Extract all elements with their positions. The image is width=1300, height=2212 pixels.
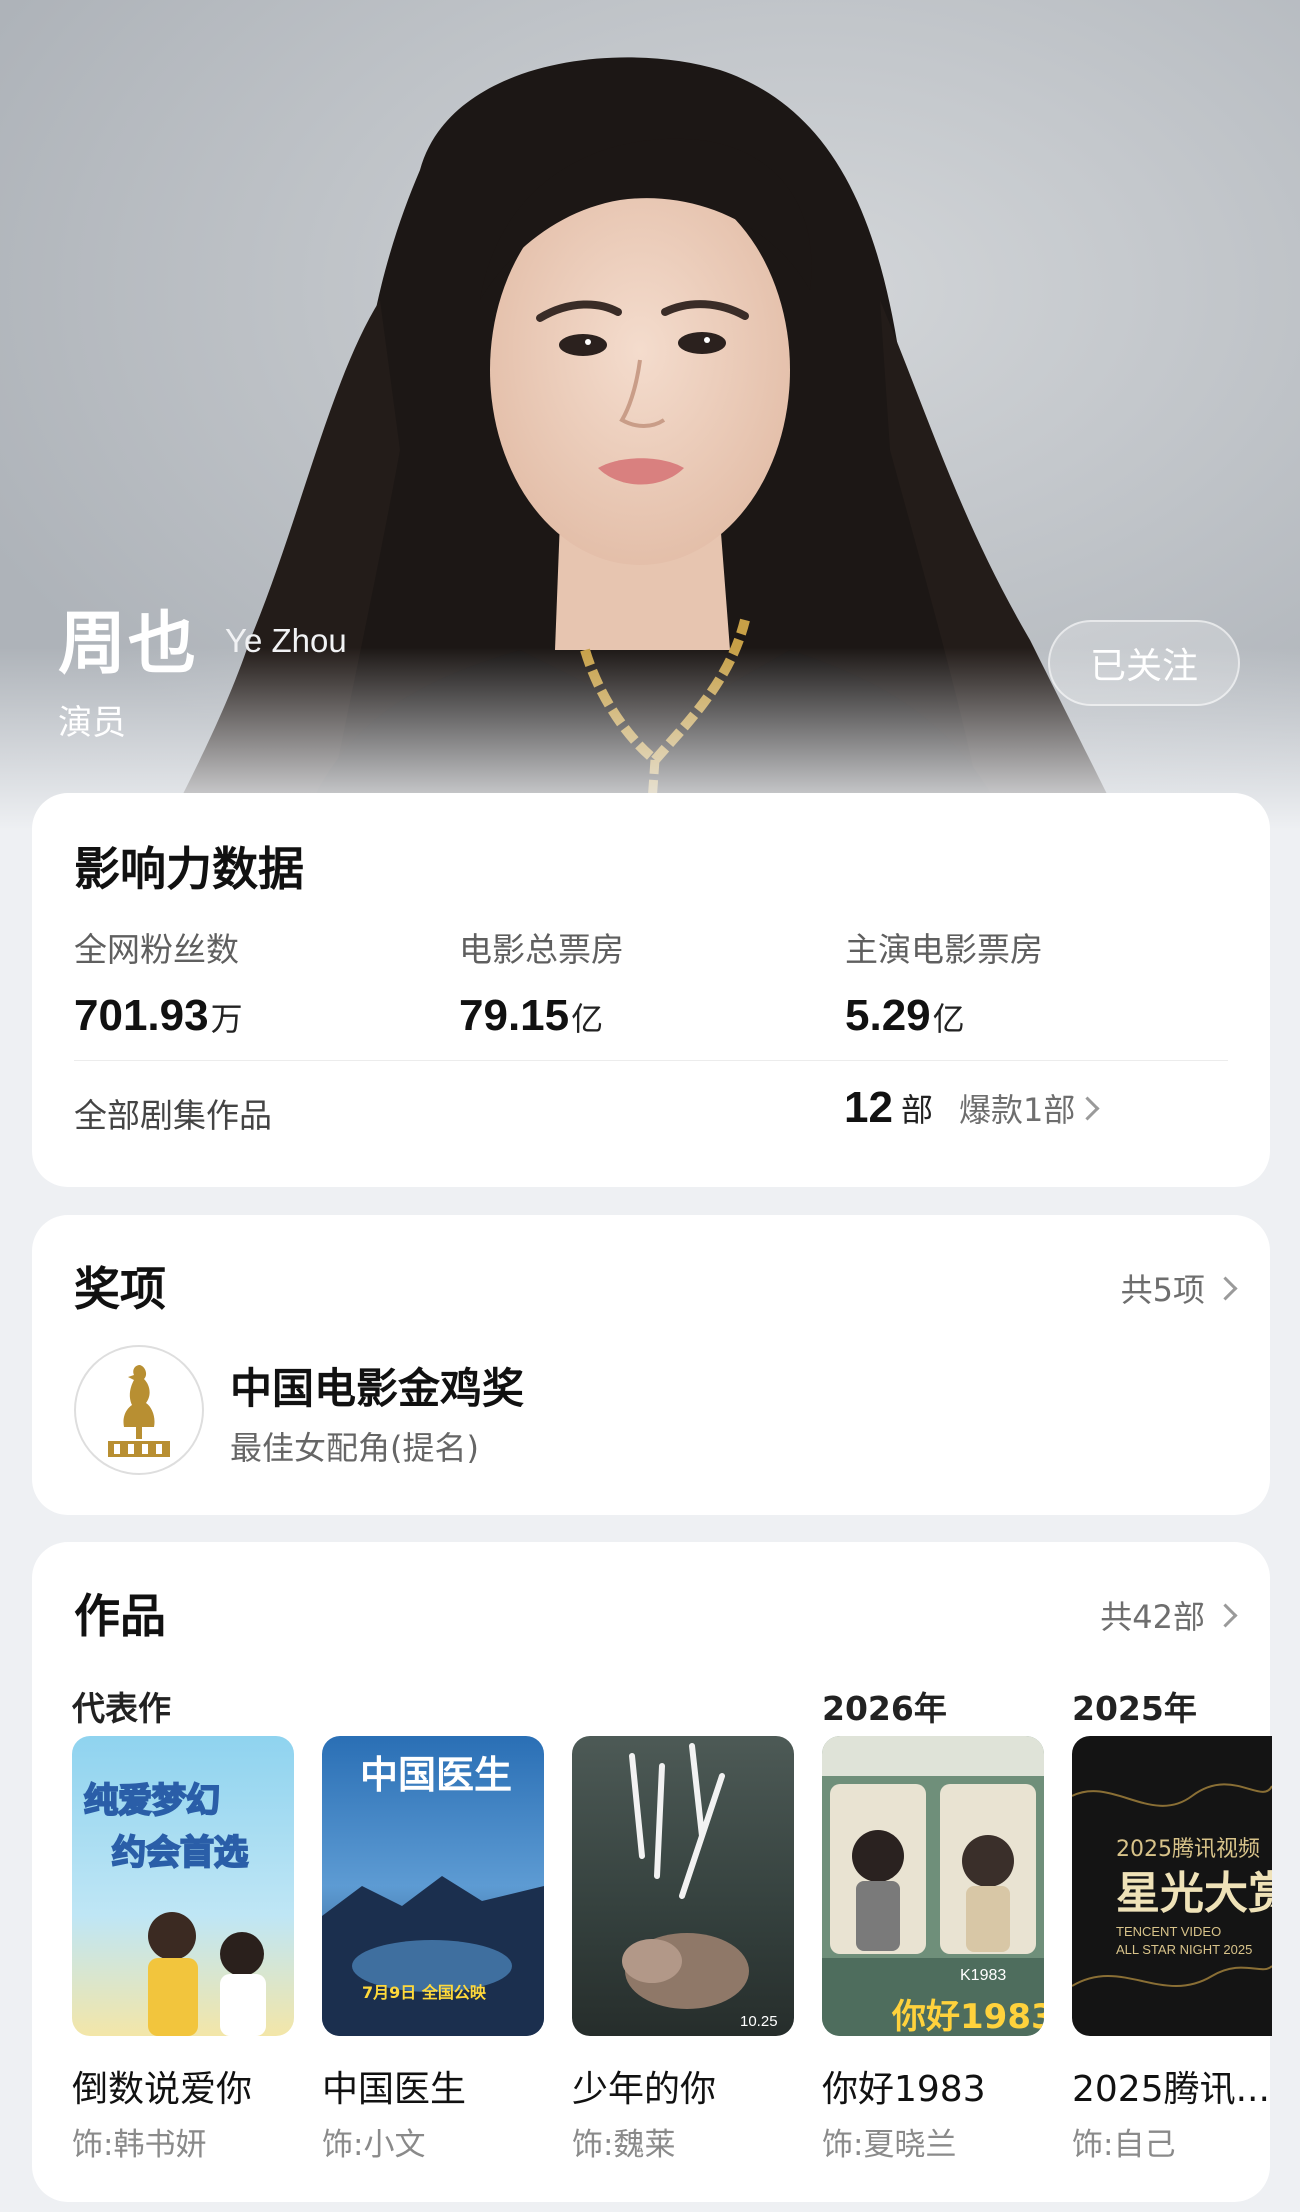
works-more-link[interactable]: 共42部 bbox=[1100, 1592, 1238, 1638]
svg-text:2025腾讯视频: 2025腾讯视频 bbox=[1116, 1837, 1260, 1862]
svg-text:K1983: K1983 bbox=[960, 1967, 1006, 1984]
work-role: 饰:自己 bbox=[1072, 2127, 1176, 2163]
poster-zhongguo-yisheng[interactable]: 中国医生 7月9日 全国公映 bbox=[322, 1736, 544, 2036]
svg-text:约会首选: 约会首选 bbox=[112, 1833, 248, 1873]
actor-name: 周也 bbox=[58, 605, 199, 684]
group-label-2026: 2026年 bbox=[822, 1689, 947, 1728]
stat-label: 全网粉丝数 bbox=[74, 930, 239, 969]
profile-hero: 周也 Ye Zhou 演员 已关注 bbox=[0, 0, 1300, 830]
divider bbox=[74, 1060, 1228, 1061]
work-title[interactable]: 中国医生 bbox=[322, 2060, 466, 2112]
stat-value: 79.15亿 bbox=[459, 991, 604, 1040]
svg-text:纯爱梦幻: 纯爱梦幻 bbox=[84, 1781, 220, 1821]
poster-tencent-star-night-2025[interactable]: 2025腾讯视频 星光大赏 TENCENT VIDEO ALL STAR NIG… bbox=[1072, 1736, 1272, 2036]
poster-shaonian-de-ni[interactable]: 10.25 bbox=[572, 1736, 794, 2036]
poster-daoshu-shuo-ai-ni[interactable]: 纯爱梦幻 约会首选 bbox=[72, 1736, 294, 2036]
stat-label: 电影总票房 bbox=[459, 930, 624, 969]
awards-title: 奖项 bbox=[74, 1262, 166, 1316]
work-title[interactable]: 倒数说爱你 bbox=[72, 2060, 252, 2112]
work-role: 饰:韩书妍 bbox=[72, 2127, 207, 2163]
work-title[interactable]: 你好1983 bbox=[822, 2060, 986, 2112]
svg-text:ALL STAR NIGHT 2025: ALL STAR NIGHT 2025 bbox=[1116, 1942, 1252, 1957]
stat-value: 5.29亿 bbox=[845, 991, 965, 1040]
work-title[interactable]: 2025腾讯... bbox=[1072, 2060, 1270, 2112]
work-title[interactable]: 少年的你 bbox=[572, 2060, 716, 2112]
svg-text:TENCENT VIDEO: TENCENT VIDEO bbox=[1116, 1924, 1221, 1939]
awards-card: 奖项 共5项 中国电影金鸡奖 最佳女配角(提名) bbox=[32, 1215, 1270, 1515]
chevron-right-icon bbox=[1075, 1095, 1100, 1121]
golden-rooster-logo-icon bbox=[74, 1345, 204, 1475]
group-label-representative: 代表作 bbox=[72, 1689, 171, 1728]
award-category: 最佳女配角(提名) bbox=[230, 1429, 479, 1467]
influence-card: 影响力数据 全网粉丝数 701.93万 电影总票房 79.15亿 主演电影票房 … bbox=[32, 793, 1270, 1187]
award-name[interactable]: 中国电影金鸡奖 bbox=[230, 1355, 524, 1416]
series-hit-count: 爆款1部 bbox=[958, 1091, 1076, 1129]
series-link[interactable]: 12 部 爆款1部 bbox=[844, 1083, 1100, 1133]
stat-value: 701.93万 bbox=[74, 991, 243, 1040]
influence-title: 影响力数据 bbox=[74, 842, 304, 896]
works-title: 作品 bbox=[74, 1589, 166, 1643]
svg-text:你好1983: 你好1983 bbox=[891, 1997, 1044, 2036]
stat-total-box-office[interactable]: 电影总票房 79.15亿 bbox=[459, 923, 624, 1041]
actor-english-name: Ye Zhou bbox=[225, 622, 347, 659]
series-count: 12 bbox=[844, 1083, 893, 1132]
series-label: 全部剧集作品 bbox=[74, 1096, 272, 1135]
svg-text:中国医生: 中国医生 bbox=[360, 1753, 512, 1797]
stat-fans[interactable]: 全网粉丝数 701.93万 bbox=[74, 923, 243, 1041]
work-role: 饰:小文 bbox=[322, 2127, 426, 2163]
works-count: 共42部 bbox=[1100, 1598, 1205, 1636]
chevron-right-icon bbox=[1213, 1602, 1238, 1628]
work-role: 饰:夏晓兰 bbox=[822, 2127, 957, 2163]
svg-text:星光大赏: 星光大赏 bbox=[1116, 1868, 1272, 1919]
works-card: 作品 共42部 代表作 2026年 2025年 纯爱梦幻 约会首选 倒数说爱你 … bbox=[32, 1542, 1272, 2202]
svg-text:7月9日 全国公映: 7月9日 全国公映 bbox=[362, 1983, 487, 2002]
series-unit: 部 bbox=[900, 1091, 933, 1129]
svg-text:10.25: 10.25 bbox=[740, 2013, 778, 2030]
awards-count: 共5项 bbox=[1120, 1271, 1205, 1309]
work-role: 饰:魏莱 bbox=[572, 2127, 676, 2163]
stat-label: 主演电影票房 bbox=[845, 930, 1043, 969]
awards-more-link[interactable]: 共5项 bbox=[1120, 1265, 1238, 1311]
follow-button[interactable]: 已关注 bbox=[1048, 620, 1240, 706]
group-label-2025: 2025年 bbox=[1072, 1689, 1197, 1728]
actor-occupation: 演员 bbox=[58, 703, 126, 743]
stat-lead-box-office[interactable]: 主演电影票房 5.29亿 bbox=[845, 923, 1043, 1041]
chevron-right-icon bbox=[1213, 1275, 1238, 1301]
poster-nihao-1983[interactable]: K1983 你好1983 bbox=[822, 1736, 1044, 2036]
